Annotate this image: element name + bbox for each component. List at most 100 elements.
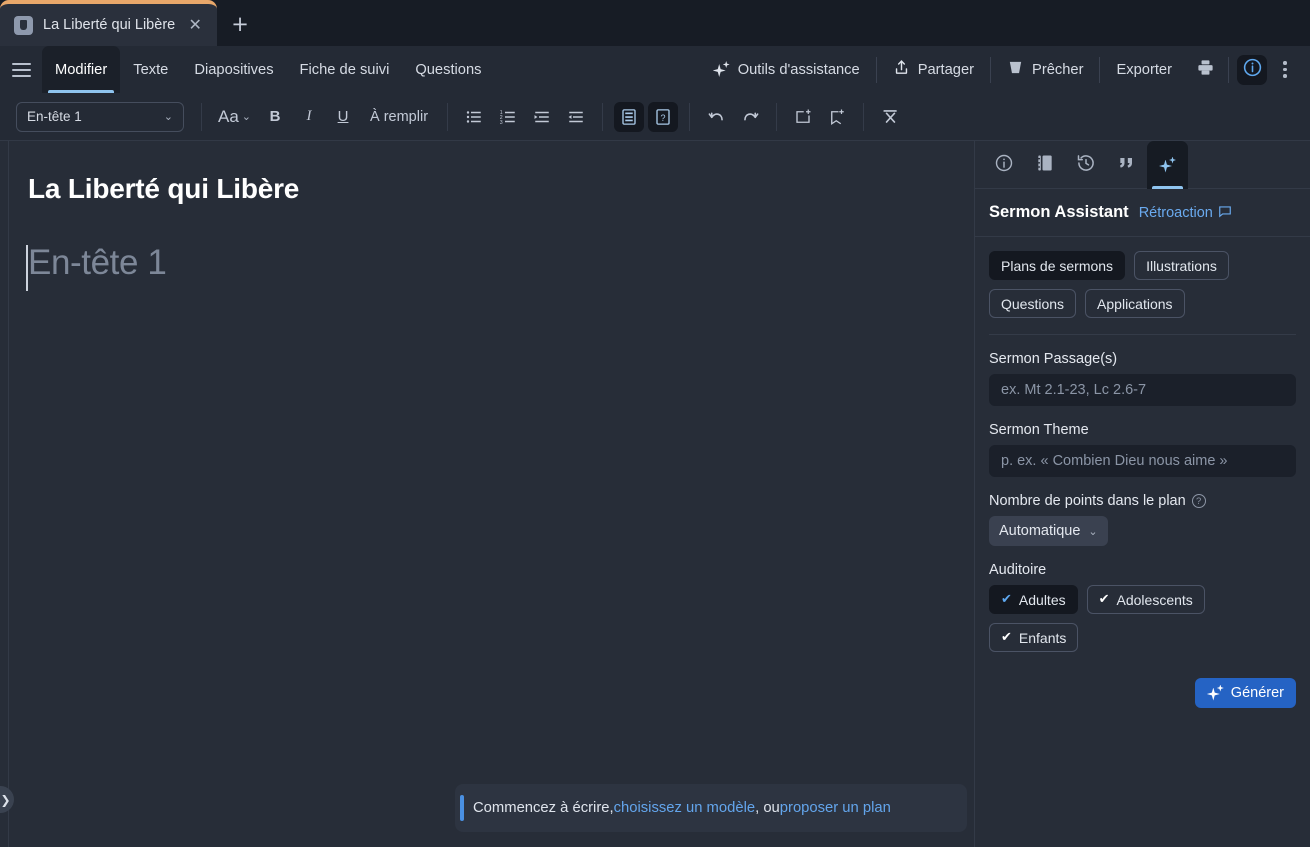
editor-hint-bar: Commencez à écrire, choisissez un modèle…: [455, 784, 967, 832]
menu-divider: [1099, 56, 1101, 83]
audience-option-label: Adolescents: [1116, 591, 1193, 608]
toolbar-divider: [863, 102, 865, 131]
preach-button[interactable]: Prêcher: [994, 46, 1096, 93]
increase-indent-button[interactable]: [561, 102, 591, 132]
chip-questions[interactable]: Questions: [989, 289, 1077, 318]
app-menu-bar: Modifier Texte Diapositives Fiche de sui…: [0, 46, 1310, 93]
document-body[interactable]: En-tête 1: [0, 205, 974, 291]
chip-illustrations[interactable]: Illustrations: [1134, 251, 1229, 280]
panel-tab-assistant[interactable]: [1147, 141, 1188, 189]
sparkle-icon: [713, 61, 730, 78]
panel-header: Sermon Assistant Rétroaction: [975, 189, 1310, 237]
italic-icon: I: [306, 108, 312, 124]
svg-text:3: 3: [500, 119, 503, 125]
more-options-button[interactable]: [1272, 55, 1298, 85]
panel-tab-history[interactable]: [1065, 141, 1106, 189]
generate-button[interactable]: Générer: [1194, 678, 1296, 708]
outdent-icon: [533, 108, 551, 126]
underline-button[interactable]: U: [328, 102, 358, 132]
toolbar-divider: [776, 102, 778, 131]
printer-icon: [1196, 58, 1215, 82]
document-editor[interactable]: La Liberté qui Libère En-tête 1 ❯ Commen…: [0, 141, 975, 847]
share-button[interactable]: Partager: [880, 46, 987, 93]
generate-label: Générer: [1230, 685, 1284, 701]
assist-tools-label: Outils d'assistance: [737, 61, 860, 78]
numbered-list-button[interactable]: 1 2 3: [493, 102, 523, 132]
font-size-button[interactable]: Aa ⌄: [213, 102, 256, 132]
assist-tools-button[interactable]: Outils d'assistance: [700, 46, 873, 93]
redo-icon: [741, 107, 760, 126]
undo-icon: [707, 107, 726, 126]
sermon-passage-input[interactable]: ex. Mt 2.1-23, Lc 2.6-7: [989, 374, 1296, 406]
bold-button[interactable]: B: [260, 102, 290, 132]
document-title[interactable]: La Liberté qui Libère: [0, 141, 974, 205]
decrease-indent-button[interactable]: [527, 102, 557, 132]
menu-item-label: Modifier: [55, 61, 108, 78]
sparkle-icon: [1159, 157, 1176, 174]
browser-tab-active[interactable]: La Liberté qui Libère ✕: [0, 0, 218, 46]
chip-applications[interactable]: Applications: [1085, 289, 1185, 318]
audience-option-enfants[interactable]: ✔ Enfants: [989, 623, 1079, 652]
clear-formatting-button[interactable]: [875, 102, 905, 132]
insert-note-button[interactable]: [614, 101, 645, 132]
menu-item-diapositives[interactable]: Diapositives: [181, 46, 286, 93]
undo-button[interactable]: [701, 102, 731, 132]
points-count-select[interactable]: Automatique ⌄: [989, 516, 1108, 546]
check-icon: ✔: [1001, 630, 1012, 645]
bookmark-plus-icon: [828, 108, 846, 126]
new-tab-button[interactable]: +: [217, 14, 263, 35]
italic-button[interactable]: I: [294, 102, 324, 132]
export-button[interactable]: Exporter: [1103, 46, 1185, 93]
generate-row: Générer: [989, 678, 1296, 708]
chip-label: Illustrations: [1146, 257, 1217, 274]
panel-tab-info[interactable]: [983, 141, 1024, 189]
points-count-value: Automatique: [999, 523, 1081, 539]
sermon-theme-label: Sermon Theme: [989, 422, 1296, 438]
chevron-down-icon: ⌄: [241, 110, 252, 123]
menu-item-fiche-de-suivi[interactable]: Fiche de suivi: [287, 46, 403, 93]
label-text: Nombre de points dans le plan: [989, 493, 1186, 509]
insert-question-button[interactable]: ?: [648, 101, 679, 132]
help-icon[interactable]: ?: [1191, 494, 1206, 508]
print-button[interactable]: [1190, 55, 1220, 85]
audience-option-adolescents[interactable]: ✔ Adolescents: [1086, 585, 1205, 614]
panel-tab-strip: [975, 141, 1310, 189]
propose-outline-link[interactable]: proposer un plan: [780, 800, 891, 816]
numbered-list-icon: 1 2 3: [499, 108, 517, 126]
assistant-mode-chips: Plans de sermons Illustrations Questions…: [989, 251, 1296, 335]
sermon-passage-label: Sermon Passage(s): [989, 351, 1296, 367]
add-slide-button[interactable]: [788, 102, 818, 132]
choose-template-link[interactable]: choisissez un modèle: [614, 800, 755, 816]
hamburger-menu-icon[interactable]: [0, 46, 42, 93]
body-placeholder: En-tête 1: [28, 243, 167, 282]
notebook-icon: [1035, 153, 1055, 178]
right-panel: Sermon Assistant Rétroaction Plans de se…: [975, 141, 1310, 847]
panel-tab-quotes[interactable]: [1106, 141, 1147, 189]
menu-item-label: Diapositives: [194, 61, 274, 78]
panel-body: Plans de sermons Illustrations Questions…: [975, 237, 1310, 708]
points-count-label: Nombre de points dans le plan ?: [989, 493, 1296, 509]
panel-tab-bible[interactable]: [1024, 141, 1065, 189]
toolbar-divider: [201, 102, 202, 131]
audience-option-adultes[interactable]: ✔ Adultes: [989, 585, 1078, 614]
info-button[interactable]: [1237, 54, 1267, 85]
paragraph-style-select[interactable]: En-tête 1 ⌄: [16, 101, 184, 132]
document-icon: [14, 15, 33, 35]
bold-icon: B: [269, 108, 281, 125]
fill-in-blank-button[interactable]: À remplir: [362, 102, 436, 132]
export-label: Exporter: [1116, 61, 1172, 78]
feedback-link[interactable]: Rétroaction: [1139, 204, 1232, 222]
close-tab-icon[interactable]: ✕: [185, 17, 205, 33]
bullet-list-button[interactable]: [459, 102, 489, 132]
menu-item-modifier[interactable]: Modifier: [42, 46, 121, 93]
audience-option-label: Adultes: [1018, 591, 1066, 608]
redo-button[interactable]: [735, 102, 765, 132]
chip-plans-de-sermons[interactable]: Plans de sermons: [989, 251, 1126, 280]
menu-item-texte[interactable]: Texte: [120, 46, 181, 93]
add-bookmark-button[interactable]: [822, 102, 852, 132]
expand-left-sidebar-handle[interactable]: ❯: [0, 786, 14, 813]
browser-tab-title: La Liberté qui Libère: [43, 17, 176, 33]
menu-item-questions[interactable]: Questions: [402, 46, 494, 93]
sermon-theme-input[interactable]: p. ex. « Combien Dieu nous aime »: [989, 445, 1296, 477]
info-circle-icon: [1242, 57, 1263, 83]
